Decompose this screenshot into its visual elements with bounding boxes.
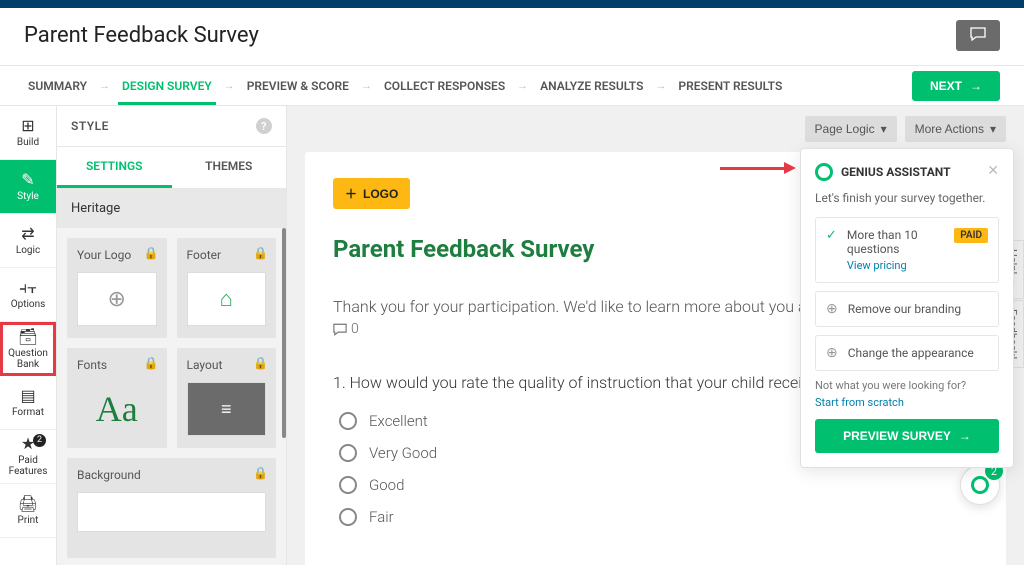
style-panel: STYLE ? SETTINGS THEMES Heritage 🔒 Your … [57, 106, 287, 565]
style-panel-body: 🔒 Your Logo ⊕ 🔒 Footer ⌂ 🔒 Fonts Aa [57, 228, 286, 565]
fonts-preview: Aa [77, 382, 157, 436]
rail-logic[interactable]: ⇄Logic [0, 214, 56, 268]
theme-name[interactable]: Heritage [57, 189, 286, 228]
rail-question-bank[interactable]: 🗃Question Bank [0, 322, 56, 376]
lock-icon: 🔒 [144, 246, 159, 260]
build-icon: ⊞ [21, 118, 34, 134]
lock-icon: 🔒 [253, 466, 268, 480]
logo-preview: ⊕ [77, 272, 157, 326]
rail-options[interactable]: ⫞⫟Options [0, 268, 56, 322]
plus-circle-icon: ⊕ [826, 346, 838, 360]
style-subtabs: SETTINGS THEMES [57, 147, 286, 189]
background-preview [77, 492, 266, 532]
logic-icon: ⇄ [21, 226, 34, 242]
genius-assistant-fab[interactable]: 2 [960, 465, 1000, 505]
radio-icon [339, 476, 357, 494]
comment-indicator[interactable]: 0 [333, 319, 359, 340]
option-fair[interactable]: Fair [339, 508, 978, 526]
tab-summary[interactable]: SUMMARY [24, 67, 91, 105]
footer-preview: ⌂ [187, 272, 267, 326]
tab-present-results[interactable]: PRESENT RESULTS [674, 67, 786, 105]
assistant-title: GENIUS ASSISTANT [841, 165, 951, 179]
assistant-item-branding[interactable]: ⊕ Remove our branding [815, 291, 999, 327]
preview-survey-button[interactable]: PREVIEW SURVEY→ [815, 419, 999, 453]
lock-icon: 🔒 [253, 356, 268, 370]
print-icon: 🖨 [18, 496, 38, 512]
question-bank-icon: 🗃 [18, 329, 38, 345]
left-rail: ⊞Build ✎Style ⇄Logic ⫞⫟Options 🗃Question… [0, 106, 57, 565]
annotation-arrow [720, 162, 796, 174]
style-icon: ✎ [21, 172, 34, 188]
page-title: Parent Feedback Survey [24, 23, 259, 48]
style-panel-head: STYLE ? [57, 106, 286, 147]
style-card-footer[interactable]: 🔒 Footer ⌂ [177, 238, 277, 338]
rail-paid-features[interactable]: ★Paid Features2 [0, 430, 56, 484]
radio-icon [339, 412, 357, 430]
rail-print[interactable]: 🖨Print [0, 484, 56, 538]
option-good[interactable]: Good [339, 476, 978, 494]
plus-circle-icon: ⊕ [826, 302, 838, 316]
rail-format[interactable]: ▤Format [0, 376, 56, 430]
style-card-background[interactable]: 🔒 Background [67, 458, 276, 558]
layout-preview: ≡ [187, 382, 267, 436]
plus-icon: ＋ [345, 185, 357, 202]
tab-analyze-results[interactable]: ANALYZE RESULTS [536, 67, 647, 105]
options-icon: ⫞⫟ [19, 280, 37, 296]
genius-assistant-icon [971, 476, 989, 494]
chevron-down-icon: ▾ [881, 122, 887, 136]
start-from-scratch-link[interactable]: Start from scratch [815, 396, 999, 409]
scrollbar[interactable] [282, 228, 286, 438]
page-header: Parent Feedback Survey [0, 8, 1024, 66]
tab-design-survey[interactable]: DESIGN SURVEY [118, 67, 216, 105]
genius-assistant-icon [815, 163, 833, 181]
chevron-down-icon: ▾ [990, 122, 996, 136]
assistant-tagline: Let's finish your survey together. [815, 191, 999, 205]
style-card-layout[interactable]: 🔒 Layout ≡ [177, 348, 277, 448]
subtab-settings[interactable]: SETTINGS [57, 147, 172, 188]
tab-preview-score[interactable]: PREVIEW & SCORE [243, 67, 353, 105]
radio-icon [339, 444, 357, 462]
format-icon: ▤ [20, 388, 35, 404]
next-button[interactable]: NEXT→ [912, 71, 1000, 101]
help-icon[interactable]: ? [256, 118, 272, 134]
assistant-note: Not what you were looking for? [815, 379, 999, 392]
rail-style[interactable]: ✎Style [0, 160, 56, 214]
subtab-themes[interactable]: THEMES [172, 147, 287, 188]
lock-icon: 🔒 [253, 246, 268, 260]
style-card-logo[interactable]: 🔒 Your Logo ⊕ [67, 238, 167, 338]
check-icon: ✓ [826, 228, 837, 243]
rail-build[interactable]: ⊞Build [0, 106, 56, 160]
tab-collect-responses[interactable]: COLLECT RESPONSES [380, 67, 509, 105]
top-brand-bar [0, 0, 1024, 8]
view-pricing-link[interactable]: View pricing [847, 259, 944, 272]
paid-badge: PAID [954, 228, 988, 243]
assistant-item-appearance[interactable]: ⊕ Change the appearance [815, 335, 999, 371]
add-logo-button[interactable]: ＋LOGO [333, 178, 410, 209]
chat-button[interactable] [956, 20, 1000, 51]
canvas-toolbar: Page Logic ▾ More Actions ▾ [305, 106, 1006, 152]
close-icon[interactable]: ✕ [987, 163, 999, 179]
radio-icon [339, 508, 357, 526]
style-card-fonts[interactable]: 🔒 Fonts Aa [67, 348, 167, 448]
canvas-wrap: Page Logic ▾ More Actions ▾ ＋LOGO Parent… [287, 106, 1024, 565]
page-logic-button[interactable]: Page Logic ▾ [805, 116, 897, 142]
genius-assistant-panel: GENIUS ASSISTANT ✕ Let's finish your sur… [800, 148, 1014, 468]
nav-tabs: SUMMARY→ DESIGN SURVEY→ PREVIEW & SCORE→… [0, 66, 1024, 106]
more-actions-button[interactable]: More Actions ▾ [905, 116, 1006, 142]
assistant-item-questions[interactable]: ✓ More than 10 questions View pricing PA… [815, 217, 999, 283]
lock-icon: 🔒 [144, 356, 159, 370]
